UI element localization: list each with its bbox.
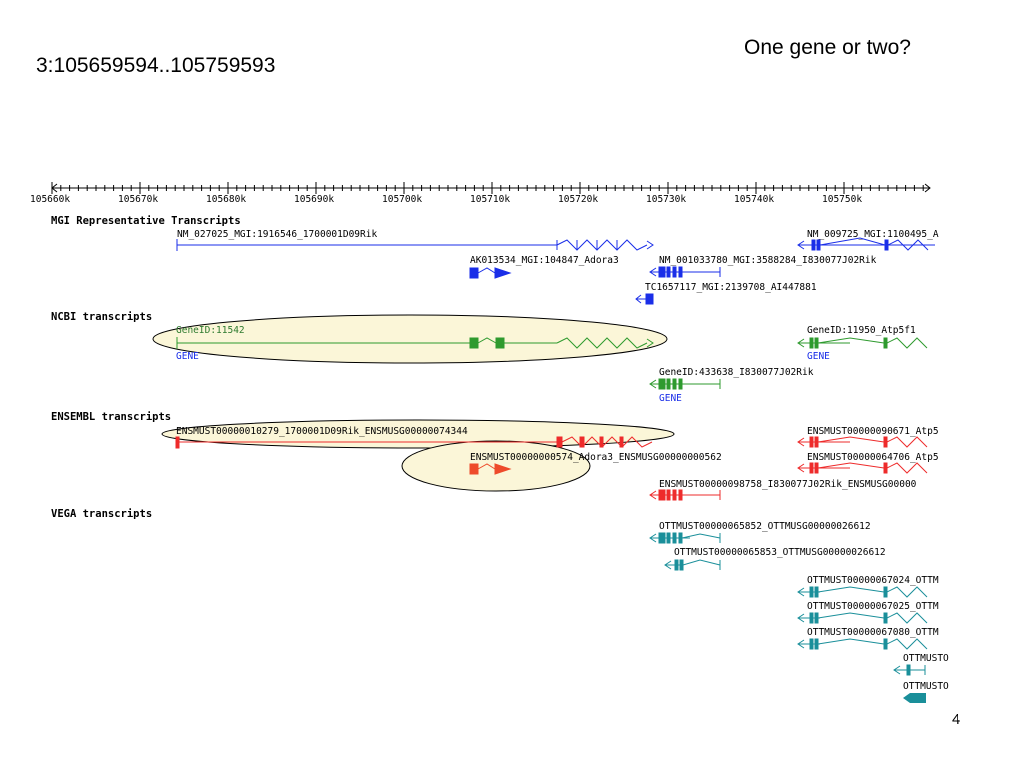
highlight-ellipse-ncbi <box>152 314 668 364</box>
transcript-glyph[interactable] <box>903 693 926 703</box>
transcript-label[interactable]: NM_027025_MGI:1916546_1700001D09Rik <box>177 229 377 240</box>
transcript-glyph[interactable] <box>797 586 928 598</box>
genome-browser-view: 105660k 105670k 105680k 105690k 105700k … <box>30 182 949 703</box>
transcript-label[interactable]: OTTMUST00000067080_OTTM <box>807 627 939 638</box>
transcript-glyph[interactable] <box>664 559 721 571</box>
transcript-label[interactable]: OTTMUST00000065852_OTTMUSG00000026612 <box>659 521 871 532</box>
transcript-glyph[interactable] <box>797 462 928 474</box>
transcript-glyph[interactable] <box>649 378 721 390</box>
transcript-glyph[interactable] <box>469 267 512 279</box>
transcript-glyph[interactable] <box>893 664 926 676</box>
transcript-label[interactable]: ENSMUST00000090671_Atp5 <box>807 426 939 437</box>
ruler-tick-label: 105660k <box>30 194 70 205</box>
ruler-tick-label: 105670k <box>118 194 158 205</box>
transcript-label[interactable]: ENSMUST00000000574_Adora3_ENSMUSG0000000… <box>470 452 722 463</box>
ruler-tick-label: 105730k <box>646 194 686 205</box>
transcript-label[interactable]: NM_001033780_MGI:3588284_I830077J02Rik <box>659 255 877 266</box>
transcript-glyph[interactable] <box>649 532 721 544</box>
ruler-tick-label: 105720k <box>558 194 598 205</box>
gene-type-label: GENE <box>176 351 199 362</box>
track-vega: VEGA transcripts OTTMUST00000065852_OTTM… <box>51 508 949 703</box>
ruler-tick-label: 105680k <box>206 194 246 205</box>
track-title: MGI Representative Transcripts <box>51 215 241 227</box>
transcript-glyph[interactable] <box>176 239 654 251</box>
transcript-glyph[interactable] <box>635 293 654 305</box>
ruler: 105660k 105670k 105680k 105690k 105700k … <box>30 182 931 205</box>
gene-label[interactable]: GeneID:11950_Atp5f1 <box>807 325 916 336</box>
gene-type-label: GENE <box>659 393 682 404</box>
transcript-label[interactable]: NM_009725_MGI:1100495_A <box>807 229 939 240</box>
transcript-glyph[interactable] <box>797 612 928 624</box>
transcript-glyph[interactable] <box>649 489 721 501</box>
transcript-label[interactable]: ENSMUST00000010279_1700001D09Rik_ENSMUSG… <box>176 426 468 437</box>
ruler-tick-label: 105700k <box>382 194 422 205</box>
transcript-glyph[interactable] <box>649 266 721 278</box>
transcript-label[interactable]: OTTMUSTO <box>903 653 949 664</box>
ruler-tick-label: 105710k <box>470 194 510 205</box>
browser-clip-edge <box>958 180 1024 720</box>
transcript-label[interactable]: OTTMUSTO <box>903 681 949 692</box>
gene-label[interactable]: GeneID:11542 <box>176 325 245 336</box>
ruler-tick-label: 105690k <box>294 194 334 205</box>
transcript-glyph[interactable] <box>797 638 928 650</box>
transcript-label[interactable]: OTTMUST00000067025_OTTM <box>807 601 939 612</box>
transcript-label[interactable]: ENSMUST00000098758_I830077J02Rik_ENSMUSG… <box>659 479 917 490</box>
transcript-label[interactable]: OTTMUST00000067024_OTTM <box>807 575 939 586</box>
transcript-label[interactable]: AK013534_MGI:104847_Adora3 <box>470 255 619 266</box>
transcript-label[interactable]: OTTMUST00000065853_OTTMUSG00000026612 <box>674 547 886 558</box>
gene-label[interactable]: GeneID:433638_I830077J02Rik <box>659 367 814 378</box>
transcript-glyph[interactable] <box>797 436 928 448</box>
track-title: NCBI transcripts <box>51 311 152 323</box>
track-mgi: MGI Representative Transcripts NM_027025… <box>51 215 939 305</box>
transcript-label[interactable]: TC1657117_MGI:2139708_AI447881 <box>645 282 817 293</box>
track-title: VEGA transcripts <box>51 508 152 520</box>
ruler-tick-label: 105750k <box>822 194 862 205</box>
track-title: ENSEMBL transcripts <box>51 411 171 423</box>
transcript-glyph[interactable] <box>797 337 928 349</box>
gene-type-label: GENE <box>807 351 830 362</box>
transcript-label[interactable]: ENSMUST00000064706_Atp5 <box>807 452 939 463</box>
ruler-tick-label: 105740k <box>734 194 774 205</box>
